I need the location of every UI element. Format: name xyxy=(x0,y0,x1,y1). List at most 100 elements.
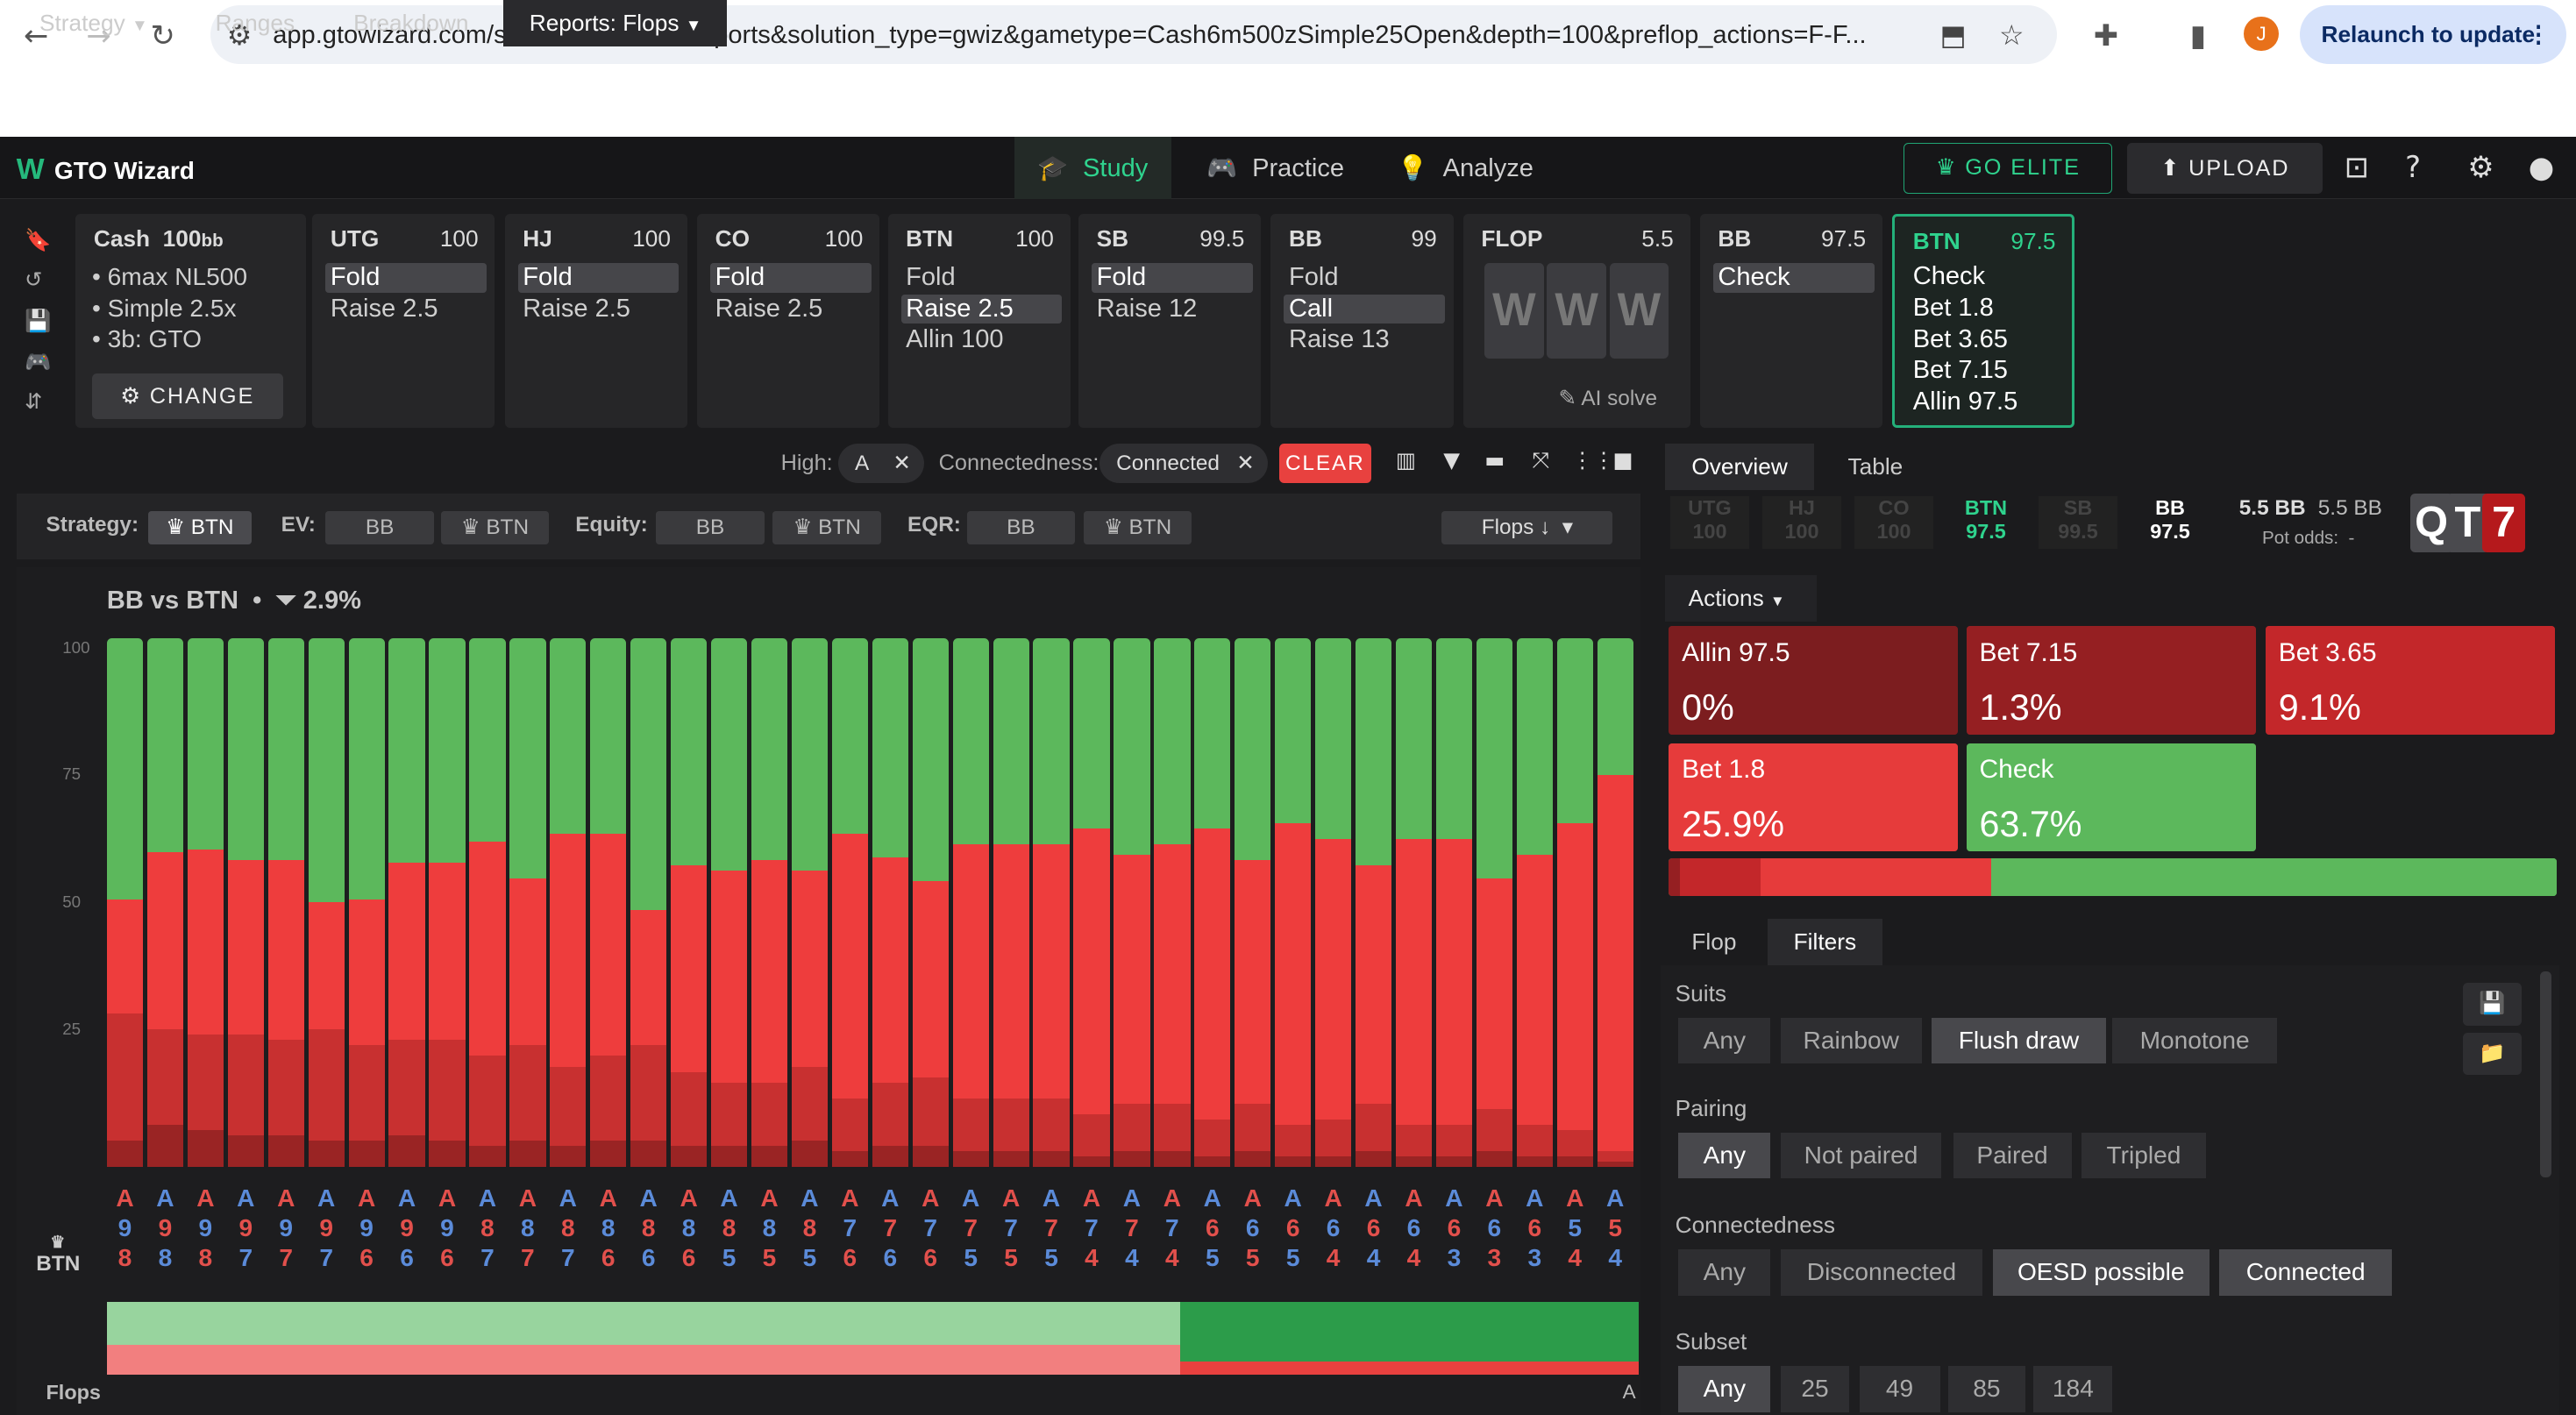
filter-option[interactable]: Tripled xyxy=(2081,1132,2207,1179)
chart-bar[interactable] xyxy=(1435,637,1473,1168)
bb-flop-card[interactable]: BB 97.5 Check xyxy=(1699,213,1882,428)
eqr-btn-pill[interactable]: ♛ BTN xyxy=(1083,511,1192,544)
seat-utg[interactable]: UTG 100 xyxy=(1670,496,1749,550)
folder-icon[interactable]: ▬ xyxy=(1484,447,1505,473)
action-option[interactable]: Bet 7.15 xyxy=(1908,356,2069,386)
relaunch-button[interactable]: Relaunch to update ⋮ xyxy=(2300,4,2566,65)
chart-bar[interactable] xyxy=(1154,637,1191,1168)
settings-gear-icon[interactable]: ⚙ xyxy=(2467,150,2494,184)
chart-bar[interactable] xyxy=(388,637,425,1168)
upload-button[interactable]: ⬆ UPLOAD xyxy=(2127,143,2323,195)
position-card-bb[interactable]: BB 99 Fold Call Raise 13 xyxy=(1270,213,1454,428)
flop-card[interactable]: FLOP 5.5 W W W ✎ AI solve xyxy=(1462,213,1690,428)
chart-bar[interactable] xyxy=(872,637,908,1168)
chart-bar[interactable] xyxy=(1114,637,1150,1168)
chart-bar[interactable] xyxy=(1194,637,1231,1168)
filter-icon[interactable]: ▼ xyxy=(1443,447,1460,473)
action-box[interactable]: Bet 3.65 9.1% xyxy=(2265,626,2555,736)
sort-flops-dropdown[interactable]: Flops ↓ ▾ xyxy=(1441,511,1613,544)
chart-bar[interactable] xyxy=(1516,637,1553,1168)
tab-ranges[interactable]: Ranges xyxy=(216,0,295,46)
action-option[interactable]: Raise 13 xyxy=(1284,325,1445,355)
chart-bar[interactable] xyxy=(1395,637,1433,1168)
filter-option[interactable]: Any xyxy=(1678,1017,1771,1064)
action-option[interactable]: Bet 3.65 xyxy=(1908,325,2069,355)
connectedness-filter-chip[interactable]: Connected ✕ xyxy=(1099,444,1268,484)
scrollbar[interactable] xyxy=(2539,971,2551,1177)
chart-bar[interactable] xyxy=(509,637,546,1168)
action-option[interactable]: Check xyxy=(1712,263,1875,293)
ev-btn-pill[interactable]: ♛ BTN xyxy=(440,511,550,544)
install-icon[interactable]: ⬒ xyxy=(1940,18,1967,52)
account-icon[interactable]: ● xyxy=(2529,150,2554,184)
chart-bar[interactable] xyxy=(1556,637,1593,1168)
ai-solve-button[interactable]: ✎ AI solve xyxy=(1559,385,1658,411)
address-bar[interactable]: ⚙ app.gtowizard.com/solutions?soltab=rep… xyxy=(210,4,2057,65)
chart-bar[interactable] xyxy=(791,637,829,1168)
chart-bar[interactable] xyxy=(710,637,748,1168)
help-icon[interactable]: ? xyxy=(2405,150,2421,184)
btn-flop-card[interactable]: BTN 97.5 Check Bet 1.8 Bet 3.65 Bet 7.15… xyxy=(1892,213,2075,428)
chart-bar[interactable] xyxy=(308,637,345,1168)
action-option[interactable]: Fold xyxy=(1284,263,1445,293)
chart-bar[interactable] xyxy=(1315,637,1352,1168)
seat-btn[interactable]: BTN 97.5 xyxy=(1946,496,2025,549)
close-icon[interactable]: ✕ xyxy=(1236,444,1254,483)
equity-bb-pill[interactable]: BB xyxy=(656,511,765,544)
nav-analyze[interactable]: 💡 Analyze xyxy=(1375,137,1557,199)
square-icon[interactable]: ■ xyxy=(1612,447,1633,473)
eqr-bb-pill[interactable]: BB xyxy=(966,511,1076,544)
nav-study[interactable]: 🎓 Study xyxy=(1014,136,1171,199)
overview-minimap[interactable] xyxy=(106,1302,1640,1375)
history-icon[interactable]: ↺ xyxy=(25,267,42,292)
strategy-btn-pill[interactable]: ♛ BTN xyxy=(147,511,252,544)
chart-bar[interactable] xyxy=(429,637,466,1168)
chart-bar[interactable] xyxy=(348,637,385,1168)
seat-bb[interactable]: BB 97.5 xyxy=(2131,496,2210,549)
save-icon[interactable]: 💾 xyxy=(25,308,51,333)
chart-bar[interactable] xyxy=(912,637,949,1168)
tab-breakdown[interactable]: Breakdown xyxy=(353,0,468,46)
logo[interactable]: W GTO Wizard xyxy=(17,153,195,187)
bookmark-star-icon[interactable]: ☆ xyxy=(1999,18,2025,52)
practice-icon[interactable]: 🎮 xyxy=(25,349,51,374)
tab-flop[interactable]: Flop xyxy=(1665,919,1762,965)
high-filter-chip[interactable]: A ✕ xyxy=(838,444,924,484)
close-icon[interactable]: ✕ xyxy=(893,444,910,483)
action-box[interactable]: Check 63.7% xyxy=(1966,743,2256,852)
chart-bar[interactable] xyxy=(469,637,506,1168)
action-box[interactable]: Bet 7.15 1.3% xyxy=(1966,626,2256,736)
screenshot-icon[interactable]: ⊡ xyxy=(2345,150,2369,184)
tab-reports[interactable]: Reports: Flops ▼ xyxy=(502,0,727,46)
tab-filters[interactable]: Filters xyxy=(1767,919,1883,965)
action-option[interactable]: Raise 2.5 xyxy=(518,295,680,324)
ev-bb-pill[interactable]: BB xyxy=(325,511,434,544)
chart-bar[interactable] xyxy=(106,637,144,1168)
action-box[interactable]: Bet 1.8 25.9% xyxy=(1669,743,1959,852)
chart-bar[interactable] xyxy=(1476,637,1512,1168)
position-card-sb[interactable]: SB 99.5 Fold Raise 12 xyxy=(1078,213,1262,428)
action-option[interactable]: Fold xyxy=(710,263,872,293)
filter-option[interactable]: Any xyxy=(1678,1366,1771,1412)
filter-option[interactable]: Any xyxy=(1678,1249,1771,1296)
position-card-utg[interactable]: UTG 100 Fold Raise 2.5 xyxy=(312,213,495,428)
filter-option[interactable]: Connected xyxy=(2219,1249,2393,1296)
chart-bar[interactable] xyxy=(1597,637,1633,1168)
tab-table[interactable]: Table xyxy=(1822,444,1930,490)
change-button[interactable]: ⚙ CHANGE xyxy=(92,373,283,420)
chart-bar[interactable] xyxy=(1033,637,1070,1168)
chart-bar[interactable] xyxy=(1275,637,1312,1168)
filter-option[interactable]: Flush draw xyxy=(1932,1017,2106,1064)
action-option[interactable]: Fold xyxy=(517,263,680,293)
sidepanel-icon[interactable]: ▮ xyxy=(2177,15,2220,58)
filter-option[interactable]: Monotone xyxy=(2112,1017,2277,1064)
action-option[interactable]: Call xyxy=(1284,294,1446,324)
tab-overview[interactable]: Overview xyxy=(1665,444,1814,490)
chart-bar[interactable] xyxy=(831,637,868,1168)
action-option[interactable]: Raise 2.5 xyxy=(710,295,872,324)
chart-bar[interactable] xyxy=(751,637,788,1168)
tab-strategy[interactable]: Strategy ▼ xyxy=(17,0,181,46)
seat-hj[interactable]: HJ 100 xyxy=(1762,496,1841,550)
collapse-icon[interactable]: ⇵ xyxy=(25,388,42,414)
profile-avatar[interactable]: J xyxy=(2244,16,2279,52)
